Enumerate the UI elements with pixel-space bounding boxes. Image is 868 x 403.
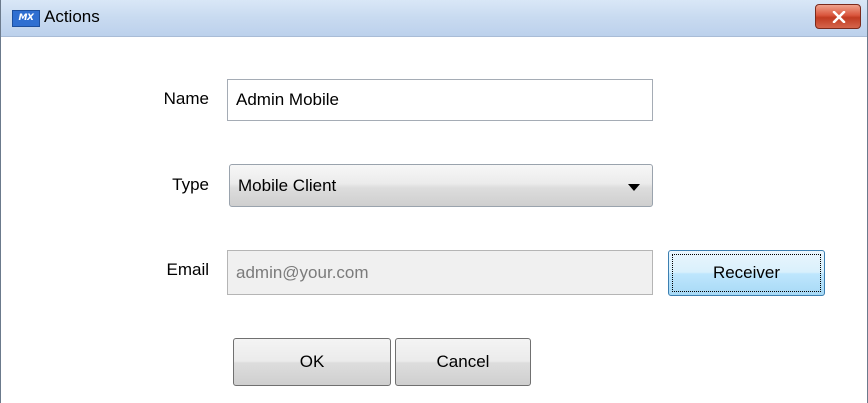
name-label: Name bbox=[163, 89, 209, 108]
dropdown-arrow-icon bbox=[628, 184, 640, 191]
receiver-button-label: Receiver bbox=[712, 263, 781, 282]
close-icon bbox=[832, 11, 846, 23]
window-title: Actions bbox=[44, 7, 100, 26]
email-field[interactable]: admin@your.com bbox=[227, 250, 653, 295]
ok-button[interactable]: OK bbox=[233, 338, 391, 386]
app-logo-icon: MX bbox=[12, 10, 40, 27]
actions-dialog: MX Actions Name Admin Mobile Type Mobile… bbox=[0, 0, 868, 403]
cancel-button[interactable]: Cancel bbox=[395, 338, 531, 386]
close-button[interactable] bbox=[815, 4, 861, 29]
type-select[interactable]: Mobile Client bbox=[229, 164, 653, 207]
receiver-button[interactable]: Receiver bbox=[668, 250, 825, 296]
type-select-value: Mobile Client bbox=[238, 176, 337, 195]
name-input[interactable]: Admin Mobile bbox=[227, 79, 653, 121]
type-label: Type bbox=[172, 175, 209, 194]
title-bar: MX Actions bbox=[1, 0, 867, 37]
email-label: Email bbox=[166, 260, 209, 279]
